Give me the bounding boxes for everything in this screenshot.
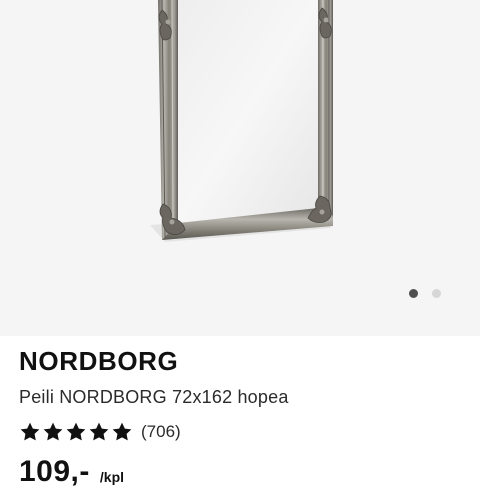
star-icon	[20, 422, 40, 441]
mirror-product-image	[150, 0, 333, 242]
product-price: 109,- /kpl	[19, 455, 124, 489]
review-count: (706)	[141, 422, 181, 441]
product-description: Peili NORDBORG 72x162 hopea	[19, 387, 289, 407]
product-image-gallery[interactable]	[0, 0, 480, 336]
price-value: 109,-	[19, 455, 90, 488]
gallery-pagination	[409, 289, 441, 299]
gallery-dot-1[interactable]	[409, 289, 418, 298]
product-name: NORDBORG	[19, 346, 179, 376]
product-rating[interactable]: (706)	[19, 420, 181, 444]
star-icon	[112, 422, 132, 441]
star-icon	[66, 422, 86, 441]
star-icon	[89, 422, 109, 441]
rating-stars	[19, 421, 133, 443]
gallery-dot-2[interactable]	[432, 289, 441, 298]
price-unit: /kpl	[99, 469, 125, 485]
star-icon	[43, 422, 63, 441]
